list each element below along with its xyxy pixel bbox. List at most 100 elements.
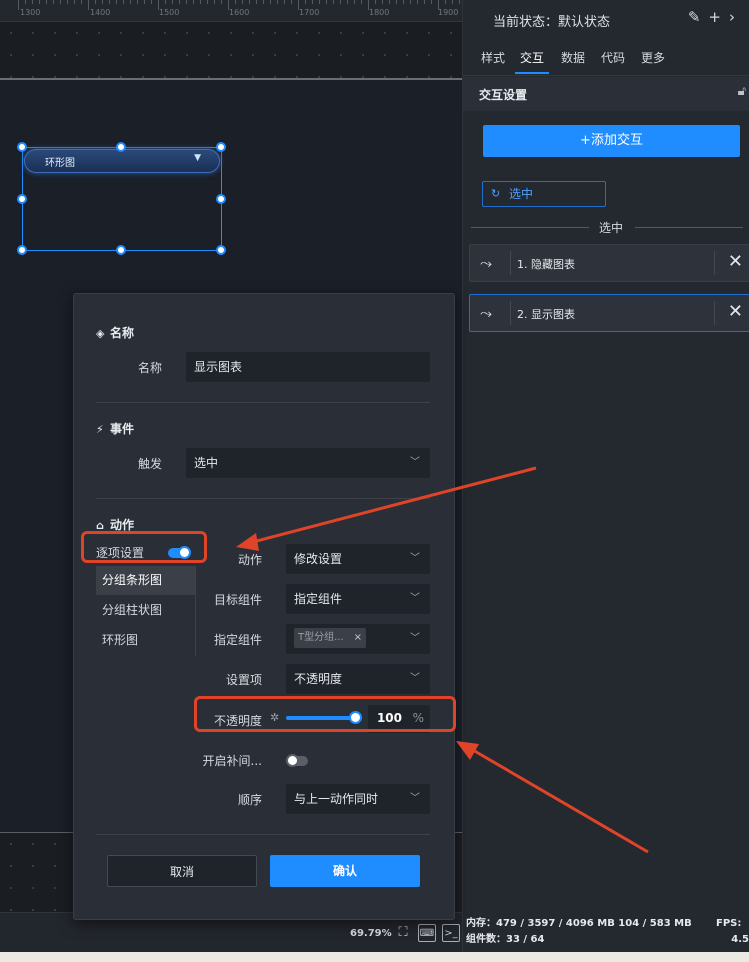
action-item[interactable]: ⤳ 1. 隐藏图表 ✕: [469, 244, 749, 282]
tab-data[interactable]: 数据: [561, 49, 585, 66]
order-select[interactable]: 与上一动作同时 ﹀: [286, 784, 430, 814]
event-section-title: ⚡︎ 事件: [96, 420, 134, 437]
setting-select-value: 不透明度: [294, 672, 343, 686]
event-section-label: 事件: [110, 422, 135, 436]
dropdown-component[interactable]: 环形图 ▼: [24, 149, 220, 173]
annotation-box: [194, 696, 456, 732]
resize-handle[interactable]: [17, 245, 27, 255]
resize-handle[interactable]: [17, 142, 27, 152]
diamond-icon: ◈: [96, 327, 105, 340]
close-icon[interactable]: ✕: [728, 301, 743, 322]
name-input-value: 显示图表: [194, 360, 243, 374]
ruler-tick: [284, 0, 285, 4]
name-section-title: ◈ 名称: [96, 324, 134, 341]
tab-more[interactable]: 更多: [641, 49, 665, 66]
confirm-button[interactable]: 确认: [270, 855, 420, 887]
ruler-tick: [67, 0, 68, 4]
ruler-tick: [32, 0, 33, 4]
ruler-tick: [228, 0, 229, 10]
ruler-tick: [242, 0, 243, 4]
current-state-label: 当前状态：默认状态: [493, 15, 611, 30]
toggle-knob: [286, 754, 299, 767]
separator: [510, 301, 511, 325]
component-chip[interactable]: T型分组... ×: [294, 628, 366, 648]
zoom-level[interactable]: 69.79%: [350, 928, 392, 939]
add-icon[interactable]: +: [708, 8, 729, 26]
setting-select[interactable]: 不透明度 ﹀: [286, 664, 430, 694]
divider: [96, 498, 430, 499]
ruler-tick: [291, 0, 292, 4]
ruler-tick: [270, 0, 271, 4]
action-item-label: 1. 隐藏图表: [517, 258, 575, 271]
ruler-tick: [382, 0, 383, 4]
list-item[interactable]: 分组柱状图: [96, 596, 195, 625]
separator: [510, 251, 511, 275]
ruler-tick: [39, 0, 40, 4]
list-item[interactable]: 分组条形图: [96, 566, 195, 595]
resize-handle[interactable]: [116, 142, 126, 152]
ruler-tick: [53, 0, 54, 4]
ruler-tick: [354, 0, 355, 4]
trigger-tag-label: 选中: [509, 187, 534, 201]
item-list: 分组条形图 分组柱状图 环形图: [96, 566, 196, 656]
ruler-tick: [452, 0, 453, 4]
name-label: 名称: [137, 361, 162, 375]
edit-icon[interactable]: ✎: [688, 8, 709, 26]
trigger-tag[interactable]: ↻ 选中: [482, 181, 606, 207]
ruler-tick: [410, 0, 411, 4]
interaction-settings-header: 交互设置 🔓︎: [463, 77, 749, 111]
target-label: 目标组件: [213, 593, 262, 607]
action-item[interactable]: ⤳ 2. 显示图表 ✕: [469, 294, 749, 332]
section-title: 交互设置: [479, 88, 528, 102]
more-icon[interactable]: ›: [729, 8, 743, 26]
ruler-tick: [207, 0, 208, 4]
ruler-tick: [319, 0, 320, 4]
ruler-tick: [25, 0, 26, 4]
ruler-tick: [165, 0, 166, 4]
trigger-select[interactable]: 选中 ﹀: [186, 448, 430, 478]
divider-label: 选中: [599, 221, 624, 235]
fit-screen-icon[interactable]: ⛶: [394, 924, 412, 942]
order-label: 顺序: [237, 793, 262, 807]
fps-readout: FPS: 4.5: [716, 916, 749, 948]
ruler-tick: [130, 0, 131, 4]
divider: [471, 227, 589, 228]
ruler-tick: [123, 0, 124, 4]
resize-handle[interactable]: [216, 194, 226, 204]
ruler-tick: [417, 0, 418, 4]
name-input[interactable]: 显示图表: [186, 352, 430, 382]
tab-style[interactable]: 样式: [481, 49, 505, 66]
ruler-tick: [137, 0, 138, 4]
action-select[interactable]: 修改设置 ﹀: [286, 544, 430, 574]
resize-handle[interactable]: [116, 245, 126, 255]
fps-label: FPS:: [716, 918, 742, 929]
ruler-tick: [333, 0, 334, 4]
ruler-tick: [74, 0, 75, 4]
ruler-tick: [186, 0, 187, 4]
resize-handle[interactable]: [216, 142, 226, 152]
remove-icon[interactable]: ×: [354, 628, 362, 648]
resize-handle[interactable]: [17, 194, 27, 204]
ruler-tick: [277, 0, 278, 4]
ruler-tick: [396, 0, 397, 4]
ruler-label: 1800: [369, 8, 390, 17]
chevron-down-icon: ﹀: [410, 633, 420, 644]
target-select[interactable]: 指定组件 ﹀: [286, 584, 430, 614]
close-icon[interactable]: ✕: [728, 251, 743, 272]
tween-toggle[interactable]: [286, 754, 308, 767]
lock-icon[interactable]: 🔓︎: [738, 84, 746, 99]
resize-handle[interactable]: [216, 245, 226, 255]
add-interaction-button[interactable]: +添加交互: [483, 125, 740, 157]
keyboard-icon[interactable]: ⌨: [418, 924, 436, 942]
ruler-tick: [109, 0, 110, 4]
list-item[interactable]: 环形图: [96, 626, 195, 655]
tab-code[interactable]: 代码: [601, 49, 625, 66]
ruler-label: 1700: [299, 8, 320, 17]
ruler-tick: [151, 0, 152, 4]
terminal-icon[interactable]: >_: [442, 924, 460, 942]
cancel-button[interactable]: 取消: [107, 855, 257, 887]
tab-interaction[interactable]: 交互: [520, 49, 544, 66]
action-label: 动作: [237, 553, 262, 567]
ruler-tick: [249, 0, 250, 4]
ruler-tick: [361, 0, 362, 4]
